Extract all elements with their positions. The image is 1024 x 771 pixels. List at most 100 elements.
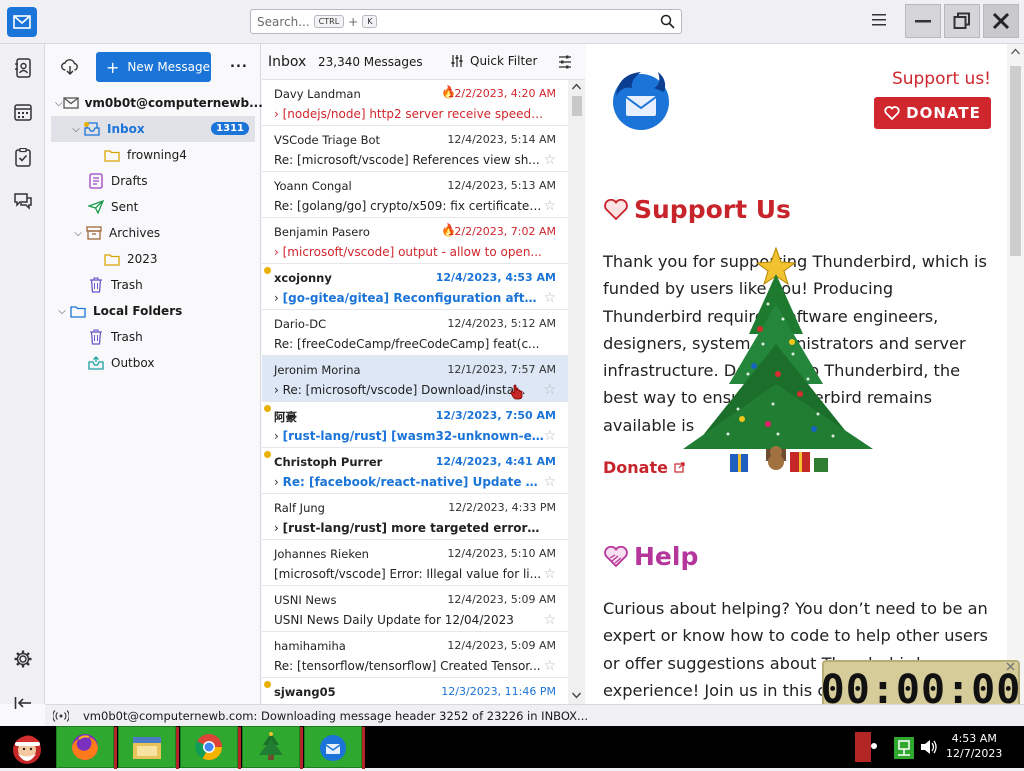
settings-button[interactable]: [11, 647, 35, 671]
online-status-icon[interactable]: [53, 709, 69, 722]
folder-label-drafts: Drafts: [111, 174, 148, 188]
star-icon[interactable]: ☆: [543, 474, 556, 490]
folder-frowning4[interactable]: frowning4: [45, 142, 261, 168]
list-item-selected[interactable]: Jeronim Morina 12/1/2023, 7:57 AM › Re: …: [262, 356, 568, 402]
clock-date: 12/7/2023: [946, 747, 1003, 760]
christmas-tree-icon: [259, 732, 283, 760]
thunderbird-icon: [320, 735, 346, 761]
taskbar-chrome[interactable]: [180, 726, 241, 769]
folder-archives[interactable]: ⌵ Archives: [45, 220, 261, 246]
volume-icon[interactable]: [920, 739, 938, 755]
hand-cursor-icon: [510, 384, 523, 400]
star-icon[interactable]: ☆: [543, 658, 556, 674]
scroll-up-icon[interactable]: [1011, 48, 1020, 55]
folder-account[interactable]: ⌵ vm0b0t@computernewb....: [45, 90, 267, 116]
donate-button[interactable]: DONATE: [874, 97, 991, 129]
folder-inbox[interactable]: ⌵ Inbox 1311: [51, 116, 255, 142]
taskbar: 4:53 AM 12/7/2023: [0, 726, 1024, 769]
folder-2023[interactable]: 2023: [45, 246, 261, 272]
trash-icon: [87, 277, 105, 293]
archive-icon: [85, 225, 103, 241]
list-item[interactable]: Yoann Congal 12/4/2023, 5:13 AM Re: [gol…: [262, 172, 568, 218]
reader-scrollbar[interactable]: [1007, 44, 1024, 704]
restore-button[interactable]: [944, 4, 980, 38]
scroll-down-icon[interactable]: [572, 692, 581, 699]
folder-outbox[interactable]: Outbox: [45, 350, 261, 376]
list-item[interactable]: sjwang05 12/3/2023, 11:46 PM: [262, 678, 568, 704]
folder-label-archives: Archives: [109, 226, 161, 240]
star-icon[interactable]: ☆: [543, 428, 556, 444]
message-from: Yoann Congal: [274, 179, 352, 193]
collapse-spaces-button[interactable]: [11, 691, 35, 715]
list-item[interactable]: Davy Landman 🔥 12/2/2023, 4:20 AM › [nod…: [262, 80, 568, 126]
address-book-button[interactable]: [11, 56, 35, 80]
folder-tree: ⌵ vm0b0t@computernewb.... ⌵ Inbox 1311 f…: [45, 90, 267, 376]
list-item[interactable]: Dario-DC 12/4/2023, 5:12 AM Re: [freeCod…: [262, 310, 568, 356]
get-messages-icon[interactable]: [61, 59, 79, 75]
folder-pane-menu-button[interactable]: ...: [230, 56, 248, 71]
new-message-button[interactable]: + New Message: [96, 52, 211, 82]
close-icon[interactable]: [1006, 662, 1015, 671]
star-icon[interactable]: ☆: [543, 382, 556, 398]
chevron-down-icon[interactable]: ⌵: [55, 98, 63, 109]
network-icon[interactable]: [893, 736, 915, 760]
message-subject: › Re: [facebook/react-native] Update G..…: [274, 475, 544, 489]
list-item[interactable]: Benjamin Pasero 🔥 12/2/2023, 7:02 AM › […: [262, 218, 568, 264]
list-item[interactable]: 阿豪 12/3/2023, 7:50 AM › [rust-lang/rust]…: [262, 402, 568, 448]
message-list-scrollbar[interactable]: [568, 80, 585, 704]
calendar-button[interactable]: [11, 100, 35, 124]
list-item[interactable]: Christoph Purrer 12/4/2023, 4:41 AM › Re…: [262, 448, 568, 494]
clock-time: 4:53 AM: [951, 732, 997, 745]
taskbar-file-explorer[interactable]: [118, 726, 179, 769]
list-item[interactable]: Johannes Rieken 12/4/2023, 5:10 AM [micr…: [262, 540, 568, 586]
message-date: 12/4/2023, 5:13 AM: [447, 179, 556, 192]
chevron-down-icon[interactable]: ⌵: [69, 124, 83, 135]
message-subject: Re: [tensorflow/tensorflow] Created Tens…: [274, 659, 541, 673]
list-item[interactable]: Ralf Jung 12/2/2023, 4:33 PM › [rust-lan…: [262, 494, 568, 540]
app-menu-icon[interactable]: [872, 14, 886, 26]
scrollbar-thumb[interactable]: [1010, 66, 1021, 256]
list-item[interactable]: xcojonny 12/4/2023, 4:53 AM › [go-gitea/…: [262, 264, 568, 310]
quick-filter-button[interactable]: Quick Filter: [450, 54, 537, 68]
folder-drafts[interactable]: Drafts: [45, 168, 261, 194]
list-item[interactable]: hamihamiha 12/4/2023, 5:09 AM Re: [tenso…: [262, 632, 568, 678]
chevron-down-icon[interactable]: ⌵: [71, 228, 85, 239]
folder-local-trash[interactable]: Trash: [45, 324, 261, 350]
chat-button[interactable]: [11, 189, 35, 213]
chevron-down-icon[interactable]: ⌵: [55, 306, 69, 317]
star-icon[interactable]: ☆: [543, 612, 556, 628]
subject-text: [microsoft/vscode] output - allow to ope…: [282, 245, 542, 259]
list-item[interactable]: USNI News 12/4/2023, 5:09 AM USNI News D…: [262, 586, 568, 632]
star-icon[interactable]: ☆: [543, 290, 556, 306]
tasks-button[interactable]: [11, 145, 35, 169]
status-bar: vm0b0t@computernewb.com: Downloading mes…: [45, 704, 1024, 726]
folder-label-2023: 2023: [127, 252, 158, 266]
close-button[interactable]: [983, 4, 1019, 38]
scrollbar-thumb[interactable]: [572, 96, 582, 116]
list-item[interactable]: VSCode Triage Bot 12/4/2023, 5:14 AM Re:…: [262, 126, 568, 172]
taskbar-firefox[interactable]: [56, 726, 117, 769]
christmas-tree-gadget[interactable]: [668, 244, 878, 484]
scroll-up-icon[interactable]: [572, 83, 581, 90]
folder-sent[interactable]: Sent: [45, 194, 261, 220]
start-button[interactable]: [4, 726, 50, 768]
folder-trash[interactable]: Trash: [45, 272, 261, 298]
support-us-link[interactable]: Support us!: [892, 69, 991, 89]
folder-local-folders[interactable]: ⌵ Local Folders: [45, 298, 261, 324]
mail-space-button[interactable]: [7, 7, 37, 37]
quick-filter-label: Quick Filter: [470, 54, 538, 68]
star-icon[interactable]: ☆: [543, 152, 556, 168]
star-icon[interactable]: ☆: [543, 566, 556, 582]
minimize-button[interactable]: [905, 4, 941, 38]
taskbar-thunderbird[interactable]: [304, 726, 365, 769]
display-options-icon[interactable]: [558, 55, 572, 69]
subject-text: [rust-lang/rust] [wasm32-unknown-e...: [282, 429, 544, 443]
search-input[interactable]: Search... CTRL + K: [250, 9, 682, 34]
message-from: VSCode Triage Bot: [274, 133, 381, 147]
taskbar-christmas-tree[interactable]: [242, 726, 303, 769]
search-icon[interactable]: [660, 14, 675, 29]
system-clock[interactable]: 4:53 AM 12/7/2023: [946, 731, 1002, 761]
star-icon[interactable]: ☆: [543, 198, 556, 214]
shortcut-key-ctrl: CTRL: [313, 15, 345, 28]
folder-label-frowning4: frowning4: [127, 148, 187, 162]
